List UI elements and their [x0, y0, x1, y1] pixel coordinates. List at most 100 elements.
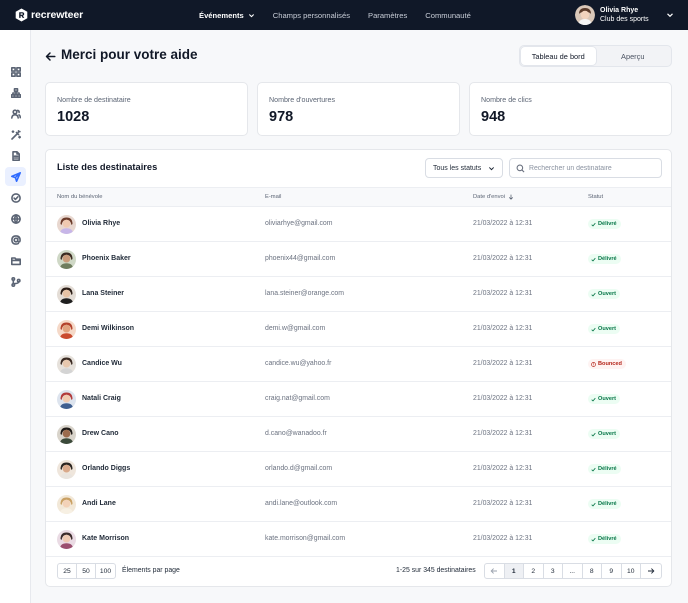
sidebar	[0, 30, 31, 603]
table-row[interactable]: Andi Lane andi.lane@outlook.com 21/03/2022…	[46, 487, 671, 522]
status-text: Ouvert	[598, 396, 617, 402]
check-icon	[591, 327, 596, 332]
sent-date: 21/03/2022 à 12:31	[473, 500, 533, 507]
sidebar-item-site-web[interactable]	[5, 209, 26, 228]
page-button-10[interactable]: 10	[622, 564, 641, 578]
volunteer-email: kate.morrison@gmail.com	[265, 535, 346, 542]
search-input[interactable]	[529, 161, 657, 175]
user-menu[interactable]: Olivia Rhye Club des sports	[575, 5, 674, 25]
arrow-left-icon	[490, 568, 498, 574]
panel-title: Liste des destinataires	[57, 162, 158, 172]
pagination: 1 2 3 ... 8 9 10	[484, 563, 662, 579]
page-size-100[interactable]: 100	[96, 564, 115, 578]
check-icon	[591, 257, 596, 262]
user-name: Olivia Rhye	[600, 7, 639, 14]
page-button-8[interactable]: 8	[583, 564, 602, 578]
volunteer-name: Natali Craig	[82, 395, 121, 402]
sidebar-item-envois[interactable]	[5, 167, 26, 186]
check-icon	[591, 397, 596, 402]
status-badge: Ouvert	[588, 429, 621, 439]
check-icon	[591, 292, 596, 297]
status-text: Délivré	[598, 536, 617, 542]
document-icon	[11, 150, 20, 161]
page-title: Merci pour votre aide	[61, 47, 198, 62]
status-text: Ouvert	[598, 291, 617, 297]
table-row[interactable]: Orlando Diggs orlando.d@gmail.com 21/03/20…	[46, 452, 671, 487]
column-header-status[interactable]: Statut	[588, 194, 603, 200]
status-text: Ouvert	[598, 431, 617, 437]
sidebar-item-emails[interactable]	[5, 230, 26, 249]
volunteer-email: andi.lane@outlook.com	[265, 500, 338, 507]
recrewteer-logo-icon	[15, 8, 28, 22]
table-row[interactable]: Candice Wu candice.wu@yahoo.fr 21/03/2022 …	[46, 347, 671, 382]
table-row[interactable]: Olivia Rhye oliviarhye@gmail.com 21/03/202…	[46, 207, 671, 242]
avatar	[57, 495, 76, 514]
arrow-right-icon	[647, 568, 655, 574]
column-header-date[interactable]: Date d'envoi	[473, 194, 514, 200]
stat-card-clics: Nombre de clics 948	[469, 82, 672, 136]
users-icon	[10, 108, 21, 119]
status-badge: Délivré	[588, 464, 621, 474]
sidebar-item-integrations[interactable]	[5, 272, 26, 291]
table-row[interactable]: Drew Cano d.cano@wanadoo.fr 21/03/2022 à 1…	[46, 417, 671, 452]
nav-item-evenements[interactable]: Événements	[199, 11, 255, 20]
tab-tableau-de-bord[interactable]: Tableau de bord	[521, 47, 596, 65]
sidebar-item-validations[interactable]	[5, 188, 26, 207]
prev-page-button[interactable]	[485, 564, 505, 578]
page-size-selector: 25 50 100	[57, 563, 116, 579]
column-header-email[interactable]: E-mail	[265, 194, 281, 200]
avatar	[57, 320, 76, 339]
status-badge: Délivré	[588, 534, 621, 544]
dashboard-grid-icon	[10, 66, 21, 77]
sidebar-item-benevoles[interactable]	[5, 104, 26, 123]
back-arrow-icon[interactable]	[45, 51, 56, 62]
avatar	[57, 425, 76, 444]
table-row[interactable]: Phoenix Baker phoenix44@gmail.com 21/03/20…	[46, 242, 671, 277]
nav-item-champs-personnalises[interactable]: Champs personnalisés	[273, 11, 350, 20]
sidebar-item-documents[interactable]	[5, 146, 26, 165]
sidebar-item-dashboard[interactable]	[5, 62, 26, 81]
volunteer-name: Andi Lane	[82, 500, 116, 507]
page-size-25[interactable]: 25	[58, 564, 77, 578]
volunteer-email: demi.w@gmail.com	[265, 325, 326, 332]
sidebar-item-outils[interactable]	[5, 125, 26, 144]
brand-name: recrewteer	[31, 9, 84, 21]
volunteer-name: Candice Wu	[82, 360, 122, 367]
top-navigation: recrewteer Événements Champs personnalis…	[0, 0, 688, 30]
page-button-1[interactable]: 1	[504, 564, 524, 578]
next-page-button[interactable]	[641, 564, 661, 578]
chevron-down-icon	[488, 167, 495, 171]
sent-date: 21/03/2022 à 12:31	[473, 325, 533, 332]
brand[interactable]: recrewteer	[15, 8, 83, 22]
chevron-down-icon	[248, 13, 254, 17]
nav-item-parametres[interactable]: Paramètres	[368, 11, 407, 20]
volunteer-email: lana.steiner@orange.com	[265, 290, 345, 297]
status-text: Délivré	[598, 221, 617, 227]
table-row[interactable]: Kate Morrison kate.morrison@gmail.com 21/0…	[46, 522, 671, 557]
volunteer-email: craig.nat@gmail.com	[265, 395, 330, 402]
status-filter-select[interactable]: Tous les statuts	[425, 158, 503, 178]
volunteer-name: Orlando Diggs	[82, 465, 131, 472]
table-header: Nom du bénévole E-mail Date d'envoi Stat…	[46, 187, 671, 207]
nav-item-communaute[interactable]: Communauté	[425, 11, 471, 20]
page-button-3[interactable]: 3	[544, 564, 563, 578]
avatar	[57, 250, 76, 269]
table-row[interactable]: Lana Steiner lana.steiner@orange.com 21/03…	[46, 277, 671, 312]
column-header-name[interactable]: Nom du bénévole	[57, 194, 102, 200]
stat-value: 978	[269, 109, 294, 125]
stat-value: 1028	[57, 109, 90, 125]
page-button-9[interactable]: 9	[602, 564, 622, 578]
check-icon	[591, 432, 596, 437]
table-row[interactable]: Demi Wilkinson demi.w@gmail.com 21/03/2022…	[46, 312, 671, 347]
table-row[interactable]: Natali Craig craig.nat@gmail.com 21/03/202…	[46, 382, 671, 417]
sidebar-item-organisation[interactable]	[5, 83, 26, 102]
check-icon	[591, 467, 596, 472]
status-badge: Bounced	[588, 359, 626, 369]
page-size-50[interactable]: 50	[77, 564, 96, 578]
user-info: Olivia Rhye Club des sports	[600, 6, 649, 24]
magic-wand-icon	[10, 129, 21, 140]
page-button-2[interactable]: 2	[524, 564, 544, 578]
sent-date: 21/03/2022 à 12:31	[473, 360, 533, 367]
tab-apercu[interactable]: Aperçu	[596, 47, 671, 65]
sidebar-item-fichiers[interactable]	[5, 251, 26, 270]
